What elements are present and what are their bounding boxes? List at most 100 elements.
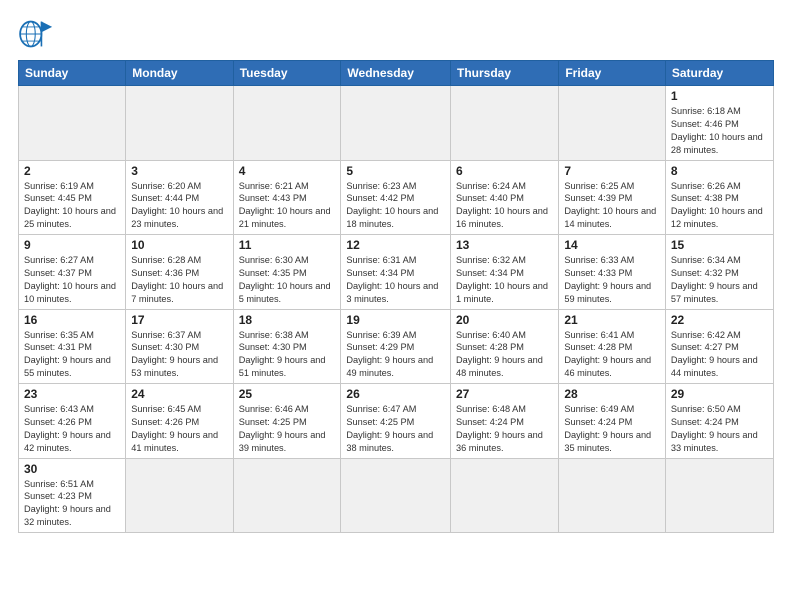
day-info: Sunrise: 6:26 AM Sunset: 4:38 PM Dayligh… xyxy=(671,180,768,232)
day-number: 5 xyxy=(346,164,445,178)
calendar-header-monday: Monday xyxy=(126,61,233,86)
calendar-cell xyxy=(233,458,341,533)
calendar-cell: 20Sunrise: 6:40 AM Sunset: 4:28 PM Dayli… xyxy=(451,309,559,384)
page: SundayMondayTuesdayWednesdayThursdayFrid… xyxy=(0,0,792,612)
calendar-cell xyxy=(451,458,559,533)
calendar-cell: 21Sunrise: 6:41 AM Sunset: 4:28 PM Dayli… xyxy=(559,309,666,384)
day-number: 7 xyxy=(564,164,660,178)
day-number: 15 xyxy=(671,238,768,252)
day-number: 24 xyxy=(131,387,227,401)
day-number: 27 xyxy=(456,387,553,401)
calendar-cell: 5 Sunrise: 6:23 AM Sunset: 4:42 PM Daylig… xyxy=(341,160,451,235)
day-info: Sunrise: 6:20 AM Sunset: 4:44 PM Dayligh… xyxy=(131,180,227,232)
calendar-header-tuesday: Tuesday xyxy=(233,61,341,86)
header xyxy=(18,18,774,50)
calendar-cell: 26 Sunrise: 6:47 AM Sunset: 4:25 PM Dayli… xyxy=(341,384,451,459)
day-number: 28 xyxy=(564,387,660,401)
day-number: 11 xyxy=(239,238,336,252)
day-number: 16 xyxy=(24,313,120,327)
day-number: 30 xyxy=(24,462,120,476)
logo xyxy=(18,18,60,50)
day-number: 13 xyxy=(456,238,553,252)
calendar-cell: 30 Sunrise: 6:51 AM Sunset: 4:23 PM Dayli… xyxy=(19,458,126,533)
day-number: 17 xyxy=(131,313,227,327)
calendar-cell xyxy=(126,86,233,161)
calendar-header-friday: Friday xyxy=(559,61,666,86)
day-info: Sunrise: 6:47 AM Sunset: 4:25 PM Dayligh… xyxy=(346,403,445,455)
calendar-week-5: 23 Sunrise: 6:43 AM Sunset: 4:26 PM Dayli… xyxy=(19,384,774,459)
calendar-cell: 7 Sunrise: 6:25 AM Sunset: 4:39 PM Daylig… xyxy=(559,160,666,235)
day-number: 14 xyxy=(564,238,660,252)
day-info: Sunrise: 6:18 AM Sunset: 4:46 PM Dayligh… xyxy=(671,105,768,157)
calendar-cell xyxy=(341,458,451,533)
calendar-week-4: 16 Sunrise: 6:35 AM Sunset: 4:31 PM Dayli… xyxy=(19,309,774,384)
calendar-header-sunday: Sunday xyxy=(19,61,126,86)
calendar-header-thursday: Thursday xyxy=(451,61,559,86)
day-number: 3 xyxy=(131,164,227,178)
day-number: 10 xyxy=(131,238,227,252)
calendar-cell: 14Sunrise: 6:33 AM Sunset: 4:33 PM Dayli… xyxy=(559,235,666,310)
day-number: 4 xyxy=(239,164,336,178)
day-number: 2 xyxy=(24,164,120,178)
day-info: Sunrise: 6:32 AM Sunset: 4:34 PM Dayligh… xyxy=(456,254,553,306)
day-info: Sunrise: 6:46 AM Sunset: 4:25 PM Dayligh… xyxy=(239,403,336,455)
day-number: 9 xyxy=(24,238,120,252)
calendar-header-row: SundayMondayTuesdayWednesdayThursdayFrid… xyxy=(19,61,774,86)
day-info: Sunrise: 6:25 AM Sunset: 4:39 PM Dayligh… xyxy=(564,180,660,232)
day-number: 23 xyxy=(24,387,120,401)
day-info: Sunrise: 6:27 AM Sunset: 4:37 PM Dayligh… xyxy=(24,254,120,306)
calendar-cell: 1Sunrise: 6:18 AM Sunset: 4:46 PM Daylig… xyxy=(665,86,773,161)
calendar-cell: 3 Sunrise: 6:20 AM Sunset: 4:44 PM Daylig… xyxy=(126,160,233,235)
day-info: Sunrise: 6:34 AM Sunset: 4:32 PM Dayligh… xyxy=(671,254,768,306)
calendar-week-3: 9 Sunrise: 6:27 AM Sunset: 4:37 PM Daylig… xyxy=(19,235,774,310)
calendar-cell: 25 Sunrise: 6:46 AM Sunset: 4:25 PM Dayli… xyxy=(233,384,341,459)
calendar-cell: 13 Sunrise: 6:32 AM Sunset: 4:34 PM Dayli… xyxy=(451,235,559,310)
day-info: Sunrise: 6:23 AM Sunset: 4:42 PM Dayligh… xyxy=(346,180,445,232)
day-number: 25 xyxy=(239,387,336,401)
calendar-cell xyxy=(559,458,666,533)
day-number: 26 xyxy=(346,387,445,401)
calendar-table: SundayMondayTuesdayWednesdayThursdayFrid… xyxy=(18,60,774,533)
day-info: Sunrise: 6:38 AM Sunset: 4:30 PM Dayligh… xyxy=(239,329,336,381)
calendar-cell: 2Sunrise: 6:19 AM Sunset: 4:45 PM Daylig… xyxy=(19,160,126,235)
calendar-cell: 10Sunrise: 6:28 AM Sunset: 4:36 PM Dayli… xyxy=(126,235,233,310)
calendar-cell xyxy=(559,86,666,161)
calendar-cell xyxy=(19,86,126,161)
calendar-cell: 6 Sunrise: 6:24 AM Sunset: 4:40 PM Daylig… xyxy=(451,160,559,235)
day-info: Sunrise: 6:43 AM Sunset: 4:26 PM Dayligh… xyxy=(24,403,120,455)
day-info: Sunrise: 6:51 AM Sunset: 4:23 PM Dayligh… xyxy=(24,478,120,530)
calendar-cell: 16 Sunrise: 6:35 AM Sunset: 4:31 PM Dayli… xyxy=(19,309,126,384)
day-number: 8 xyxy=(671,164,768,178)
calendar-cell xyxy=(126,458,233,533)
calendar-cell: 24 Sunrise: 6:45 AM Sunset: 4:26 PM Dayli… xyxy=(126,384,233,459)
calendar-cell: 27 Sunrise: 6:48 AM Sunset: 4:24 PM Dayli… xyxy=(451,384,559,459)
day-number: 12 xyxy=(346,238,445,252)
day-info: Sunrise: 6:24 AM Sunset: 4:40 PM Dayligh… xyxy=(456,180,553,232)
day-info: Sunrise: 6:42 AM Sunset: 4:27 PM Dayligh… xyxy=(671,329,768,381)
calendar-cell: 23 Sunrise: 6:43 AM Sunset: 4:26 PM Dayli… xyxy=(19,384,126,459)
day-number: 19 xyxy=(346,313,445,327)
calendar-cell: 15 Sunrise: 6:34 AM Sunset: 4:32 PM Dayli… xyxy=(665,235,773,310)
calendar-header-saturday: Saturday xyxy=(665,61,773,86)
day-info: Sunrise: 6:35 AM Sunset: 4:31 PM Dayligh… xyxy=(24,329,120,381)
calendar-week-1: 1Sunrise: 6:18 AM Sunset: 4:46 PM Daylig… xyxy=(19,86,774,161)
day-info: Sunrise: 6:48 AM Sunset: 4:24 PM Dayligh… xyxy=(456,403,553,455)
day-number: 22 xyxy=(671,313,768,327)
calendar-header-wednesday: Wednesday xyxy=(341,61,451,86)
calendar-week-6: 30 Sunrise: 6:51 AM Sunset: 4:23 PM Dayli… xyxy=(19,458,774,533)
day-number: 20 xyxy=(456,313,553,327)
calendar-cell: 17Sunrise: 6:37 AM Sunset: 4:30 PM Dayli… xyxy=(126,309,233,384)
day-number: 6 xyxy=(456,164,553,178)
day-number: 21 xyxy=(564,313,660,327)
day-number: 18 xyxy=(239,313,336,327)
day-info: Sunrise: 6:30 AM Sunset: 4:35 PM Dayligh… xyxy=(239,254,336,306)
day-info: Sunrise: 6:50 AM Sunset: 4:24 PM Dayligh… xyxy=(671,403,768,455)
day-info: Sunrise: 6:45 AM Sunset: 4:26 PM Dayligh… xyxy=(131,403,227,455)
calendar-cell: 9 Sunrise: 6:27 AM Sunset: 4:37 PM Daylig… xyxy=(19,235,126,310)
calendar-cell: 8 Sunrise: 6:26 AM Sunset: 4:38 PM Daylig… xyxy=(665,160,773,235)
calendar-cell: 12 Sunrise: 6:31 AM Sunset: 4:34 PM Dayli… xyxy=(341,235,451,310)
day-info: Sunrise: 6:31 AM Sunset: 4:34 PM Dayligh… xyxy=(346,254,445,306)
calendar-cell xyxy=(233,86,341,161)
calendar-cell: 18 Sunrise: 6:38 AM Sunset: 4:30 PM Dayli… xyxy=(233,309,341,384)
calendar-cell xyxy=(451,86,559,161)
